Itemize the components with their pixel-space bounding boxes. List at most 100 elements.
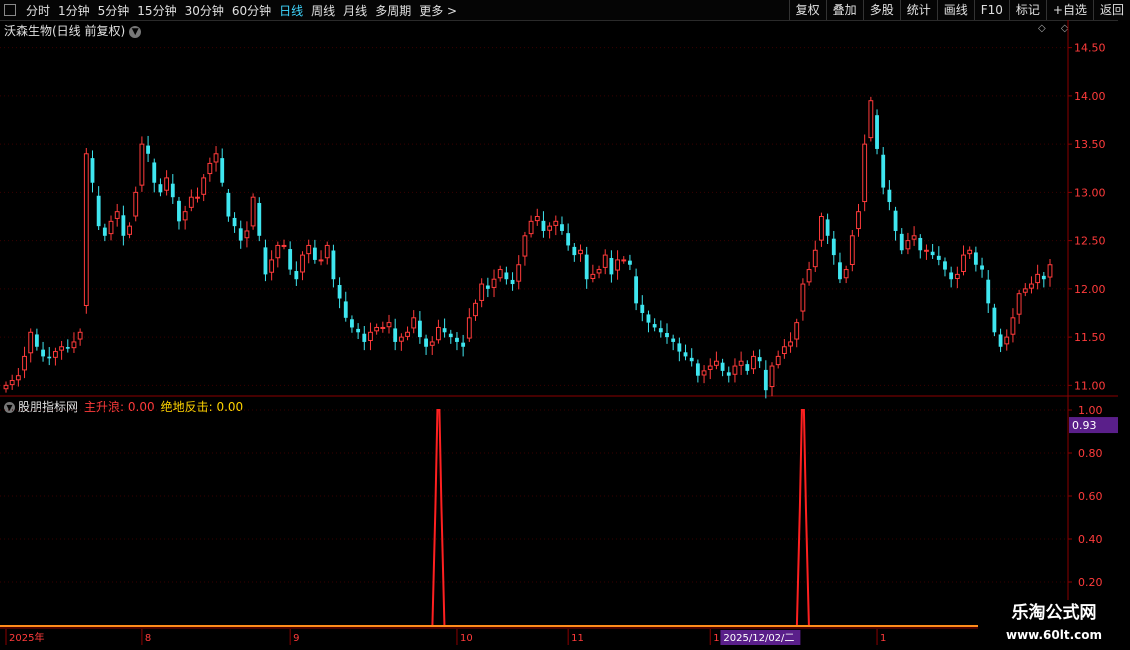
candle-body: [442, 328, 447, 333]
candle-body: [139, 143, 145, 186]
candle-body: [1047, 264, 1053, 278]
indicator-spike: [795, 409, 810, 626]
indicator-tick-label: 0.20: [1078, 576, 1103, 589]
candle-body: [1035, 273, 1041, 284]
candle-body: [528, 220, 534, 235]
candle-body: [634, 276, 639, 304]
candle-body: [473, 302, 478, 317]
candle-body: [59, 346, 65, 351]
candle-body: [356, 328, 361, 333]
candle-body: [671, 338, 676, 342]
candle-body: [609, 257, 614, 275]
candle-body: [257, 202, 262, 236]
candle-body: [522, 235, 528, 257]
candle-body: [238, 228, 243, 241]
candle-body: [28, 331, 34, 354]
candle-body: [868, 100, 874, 139]
candle-body: [479, 283, 485, 301]
candle-body: [936, 255, 941, 260]
candle-body: [769, 365, 775, 388]
candle-body: [177, 200, 181, 222]
date-tick-label: 11: [571, 633, 584, 644]
candle-body: [640, 304, 645, 313]
candle-body: [448, 333, 453, 338]
candle-body: [343, 301, 348, 318]
date-tick-label: 10: [460, 633, 473, 644]
candle-body: [34, 334, 39, 347]
candle-body: [182, 211, 188, 221]
date-tick-label: 1: [880, 633, 886, 644]
candle-body: [732, 365, 738, 375]
candle-body: [133, 191, 139, 217]
candle-body: [578, 249, 583, 255]
candle-body: [244, 230, 250, 239]
candle-body: [368, 331, 373, 341]
candle-body: [114, 211, 120, 219]
candle-body: [967, 249, 973, 255]
candle-body: [510, 279, 515, 285]
candle-body: [547, 225, 553, 231]
candle-body: [628, 260, 632, 265]
candle-body: [986, 279, 991, 304]
candle-body: [275, 244, 281, 259]
cursor-date-text: 2025/12/02/二: [723, 633, 794, 644]
candle-body: [1004, 336, 1010, 345]
candle-body: [720, 362, 725, 371]
candle-body: [213, 153, 219, 163]
candle-body: [566, 233, 571, 246]
date-tick-label: 9: [293, 633, 299, 644]
candle-body: [516, 264, 522, 282]
candle-body: [930, 251, 935, 256]
date-tick-label: 1: [713, 633, 719, 644]
candle-body: [1016, 293, 1022, 315]
candle-body: [300, 254, 305, 273]
chart-canvas[interactable]: 14.5014.0013.5013.0012.5012.0011.5011.00…: [0, 0, 1130, 650]
candle-body: [961, 254, 966, 272]
candle-body: [90, 158, 95, 183]
price-tick-label: 13.00: [1074, 186, 1106, 199]
candle-body: [621, 259, 627, 262]
indicator-tick-label: 0.80: [1078, 447, 1103, 460]
candle-body: [992, 307, 997, 333]
candle-body: [775, 355, 781, 366]
candle-body: [65, 347, 70, 349]
candle-body: [22, 355, 27, 371]
candle-body: [652, 324, 657, 328]
candle-body: [127, 225, 132, 235]
candle-body: [455, 337, 459, 342]
candle-body: [201, 177, 207, 195]
candle-body: [1010, 317, 1016, 335]
price-tick-label: 13.50: [1074, 138, 1106, 151]
candle-body: [393, 328, 398, 342]
candle-body: [53, 351, 58, 358]
watermark: 乐淘公式网 www.60lt.com: [978, 600, 1130, 650]
candle-body: [646, 314, 651, 323]
candle-body: [504, 272, 509, 280]
candle-body: [491, 278, 497, 288]
indicator-spike: [431, 409, 446, 626]
candle-body: [918, 237, 923, 251]
candle-body: [485, 285, 490, 289]
candle-body: [763, 369, 768, 391]
candle-body: [701, 370, 707, 376]
candle-body: [572, 246, 577, 256]
candle-body: [83, 153, 89, 307]
candle-body: [461, 342, 466, 347]
candle-body: [806, 269, 812, 283]
candle-body: [164, 177, 170, 191]
candle-body: [751, 355, 756, 370]
indicator-value-badge-text: 0.93: [1072, 419, 1097, 432]
candle-body: [188, 196, 194, 208]
price-tick-label: 12.00: [1074, 283, 1106, 296]
candle-body: [905, 240, 911, 250]
candle-body: [337, 285, 342, 299]
price-tick-label: 14.50: [1074, 42, 1106, 55]
candle-body: [121, 215, 126, 236]
candle-body: [146, 145, 150, 154]
candle-body: [794, 322, 800, 340]
candle-body: [812, 249, 818, 268]
candle-body: [893, 210, 898, 231]
candle-body: [207, 162, 213, 175]
candle-body: [380, 326, 386, 329]
indicator-tick-label: 0.40: [1078, 533, 1103, 546]
